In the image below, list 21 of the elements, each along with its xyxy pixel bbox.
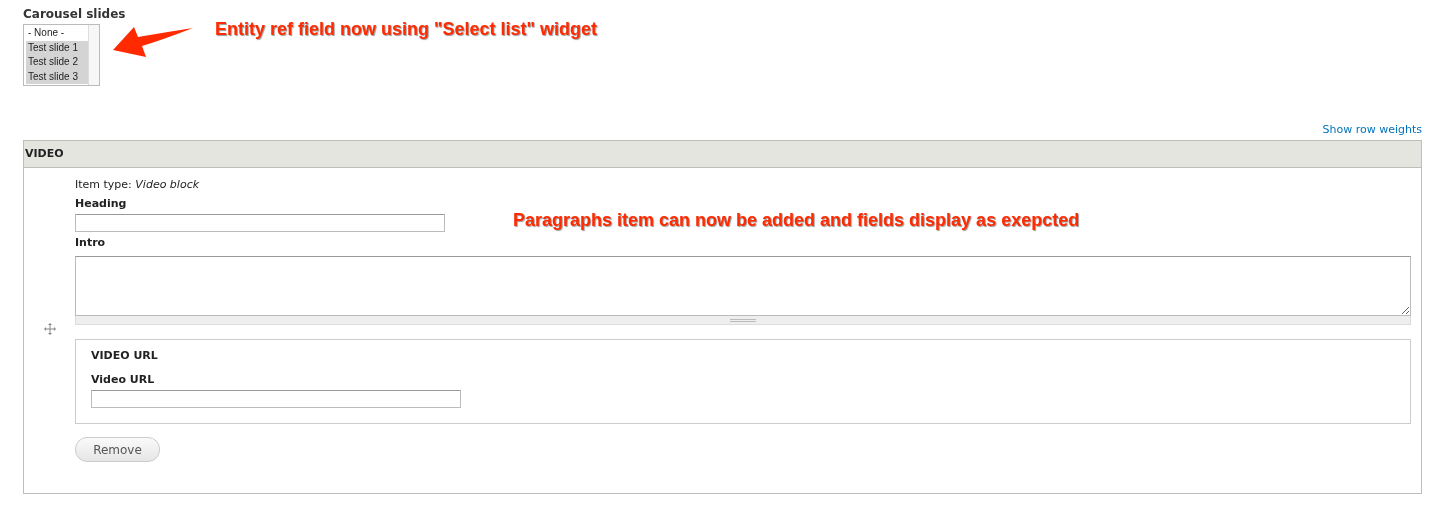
heading-input[interactable]	[75, 214, 445, 232]
annotation-text: Entity ref field now using "Select list" widget	[215, 18, 598, 41]
intro-textarea[interactable]	[75, 256, 1411, 316]
field-label: Carousel slides	[23, 6, 127, 22]
video-url-input[interactable]	[91, 390, 461, 408]
select-option[interactable]: Test slide 2	[26, 55, 88, 70]
annotation-text: Paragraphs item can now be added and fields display as exepcted	[513, 209, 1080, 232]
table-header: VIDEO	[24, 141, 1421, 168]
fieldset-legend: VIDEO URL	[91, 349, 1410, 363]
show-row-weights-link[interactable]: Show row weights	[1322, 121, 1422, 139]
resize-grippie[interactable]	[75, 316, 1411, 325]
field-label: Intro	[75, 236, 107, 250]
drag-handle-icon[interactable]	[43, 323, 56, 335]
item-type-text: Item type: Video block	[75, 178, 201, 192]
select-list[interactable]: - None - Test slide 1 Test slide 2 Test slide 3	[23, 24, 100, 86]
remove-button[interactable]: Remove	[75, 437, 160, 462]
field-label: Video URL	[91, 373, 156, 387]
arrow-icon	[112, 26, 194, 60]
select-option[interactable]: Test slide 1	[26, 40, 88, 55]
field-label: Heading	[75, 197, 128, 211]
select-option[interactable]: - None -	[26, 26, 88, 41]
